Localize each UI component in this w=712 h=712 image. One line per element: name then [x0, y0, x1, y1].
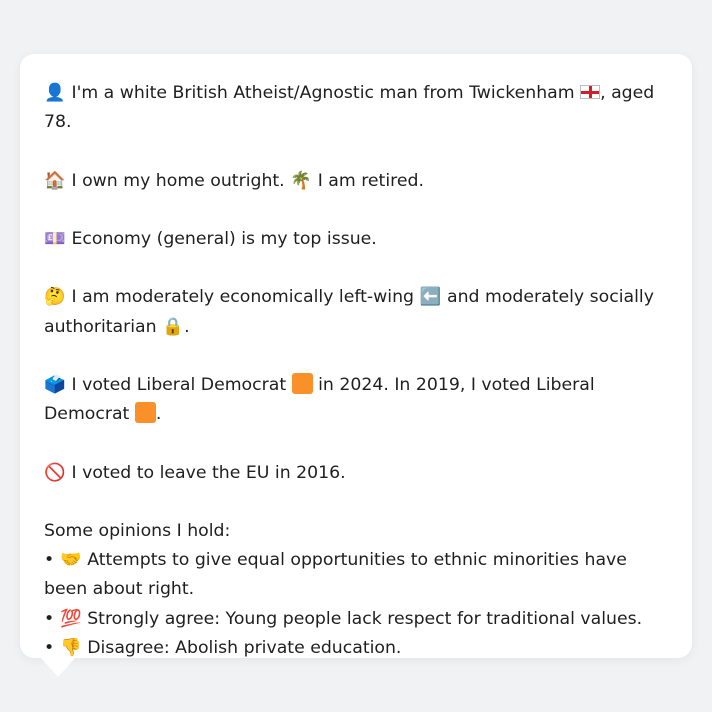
orange-square-icon	[291, 372, 313, 394]
list-item: • 👎 Disagree: Abolish private education.	[44, 634, 668, 663]
bullet: •	[44, 550, 55, 571]
prohibited-icon: 🚫	[44, 462, 66, 483]
brexit-line: 🚫 I voted to leave the EU in 2016.	[44, 459, 668, 488]
votes-line: 🗳️ I voted Liberal Democrat in 2024. In …	[44, 371, 668, 429]
list-item: • 💯 Strongly agree: Young people lack re…	[44, 605, 668, 634]
lock-icon: 🔒	[162, 316, 184, 337]
ideology-line: 🤔 I am moderately economically left-wing…	[44, 283, 668, 341]
profile-message-bubble: 👤 I'm a white British Atheist/Agnostic m…	[20, 54, 692, 658]
bullet: •	[44, 608, 55, 629]
top-issue-line: 💷 Economy (general) is my top issue.	[44, 225, 668, 254]
house-icon: 🏠	[44, 170, 66, 191]
ideology-period: .	[184, 316, 190, 337]
retired-text: I am retired.	[317, 170, 424, 191]
bust-in-silhouette-icon: 👤	[44, 83, 66, 103]
money-notes-icon: 💷	[44, 228, 66, 249]
votes-period: .	[155, 404, 162, 425]
identity-text: I'm a white British Atheist/Agnostic man…	[71, 83, 575, 103]
housing-line: 🏠 I own my home outright. 🌴 I am retired…	[44, 167, 668, 196]
bullet: •	[44, 637, 55, 658]
opinion-text: Attempts to give equal opportunities to …	[44, 550, 627, 600]
palm-tree-icon: 🌴	[290, 170, 312, 191]
ideology-economic-text: I am moderately economically left-wing	[71, 287, 415, 308]
england-flag-icon	[580, 85, 601, 99]
list-item: • 🤝 Attempts to give equal opportunities…	[44, 546, 668, 604]
hundred-points-icon: 💯	[59, 608, 82, 629]
left-arrow-icon: ⬅️	[419, 287, 442, 308]
orange-square-icon	[134, 402, 156, 424]
home-ownership-text: I own my home outright.	[71, 170, 285, 191]
top-issue-text: Economy (general) is my top issue.	[71, 228, 377, 249]
opinions-section: Some opinions I hold: • 🤝 Attempts to gi…	[44, 517, 668, 663]
opinion-text: Strongly agree: Young people lack respec…	[87, 608, 643, 629]
opinion-text: Disagree: Abolish private education.	[87, 637, 402, 658]
bubble-tail	[40, 657, 76, 677]
ballot-box-icon: 🗳️	[44, 374, 66, 395]
identity-line: 👤 I'm a white British Atheist/Agnostic m…	[44, 79, 668, 137]
opinions-heading: Some opinions I hold:	[44, 520, 231, 541]
thinking-face-icon: 🤔	[44, 287, 66, 308]
vote-2024-text: I voted Liberal Democrat	[71, 374, 287, 395]
brexit-text: I voted to leave the EU in 2016.	[71, 462, 346, 483]
handshake-icon: 🤝	[59, 550, 82, 571]
